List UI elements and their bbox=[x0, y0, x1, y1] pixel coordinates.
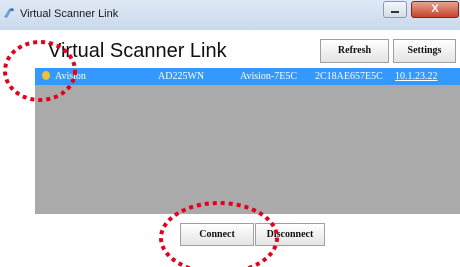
scanner-list[interactable]: Avision AD225WN Avision-7E5C 2C18AE657E5… bbox=[35, 68, 460, 214]
disconnect-button[interactable]: Disconnect bbox=[255, 223, 325, 246]
left-margin bbox=[0, 30, 35, 214]
scanner-model: AD225WN bbox=[158, 71, 205, 82]
settings-button[interactable]: Settings bbox=[393, 39, 456, 63]
connect-button[interactable]: Connect bbox=[180, 223, 254, 246]
window-title: Virtual Scanner Link bbox=[20, 8, 119, 20]
refresh-button[interactable]: Refresh bbox=[320, 39, 389, 63]
title-bar: Virtual Scanner Link X bbox=[0, 0, 460, 30]
scanner-row[interactable]: Avision AD225WN Avision-7E5C 2C18AE657E5… bbox=[35, 68, 460, 85]
lightbulb-icon bbox=[42, 71, 50, 80]
scanner-name: Avision bbox=[55, 71, 86, 82]
scanner-mac: 2C18AE657E5C bbox=[315, 71, 383, 82]
minimize-icon bbox=[391, 11, 399, 13]
page-title: Virtual Scanner Link bbox=[48, 40, 227, 62]
scanner-host: Avision-7E5C bbox=[240, 71, 298, 82]
minimize-button[interactable] bbox=[383, 1, 407, 18]
close-button[interactable]: X bbox=[411, 1, 459, 18]
scanner-link-icon bbox=[4, 8, 14, 18]
scanner-ip[interactable]: 10.1.23.22 bbox=[395, 71, 438, 82]
close-icon: X bbox=[431, 3, 439, 15]
